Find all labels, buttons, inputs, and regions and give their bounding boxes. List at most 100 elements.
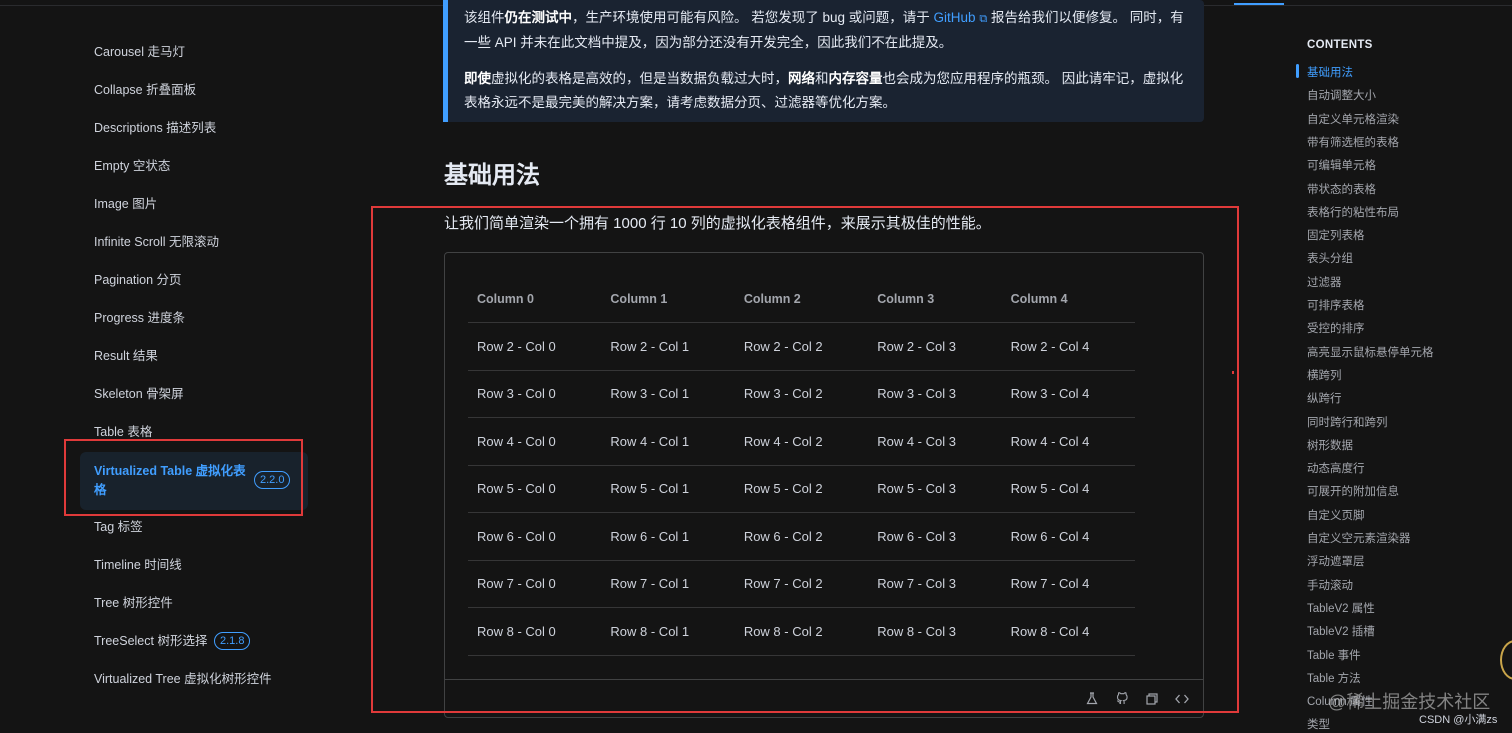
toc-item[interactable]: 类型 xyxy=(1307,716,1330,732)
toc-item[interactable]: Table 方法 xyxy=(1307,670,1361,686)
toc-item[interactable]: 可排序表格 xyxy=(1307,297,1365,313)
table-cell: Row 5 - Col 2 xyxy=(743,481,823,497)
copy-icon[interactable] xyxy=(1145,692,1159,706)
tip-text: 该组件 xyxy=(464,10,505,25)
github-icon[interactable] xyxy=(1115,692,1129,706)
table-cell: Row 2 - Col 0 xyxy=(477,338,556,354)
toc-item[interactable]: 表格行的粘性布局 xyxy=(1307,204,1399,220)
sidebar-item-treeselect[interactable]: TreeSelect 树形选择 xyxy=(94,633,207,649)
sidebar-item-empty[interactable]: Empty 空状态 xyxy=(94,158,170,174)
toc-item[interactable]: 受控的排序 xyxy=(1307,320,1365,336)
table-row: Row 3 - Col 0 Row 3 - Col 1 Row 3 - Col 2 R… xyxy=(468,371,1135,418)
section-title: 基础用法 xyxy=(444,162,540,189)
toc-item[interactable]: 表头分组 xyxy=(1307,250,1353,266)
toc-item[interactable]: Table 事件 xyxy=(1307,647,1361,663)
sidebar-item-infinite-scroll[interactable]: Infinite Scroll 无限滚动 xyxy=(94,234,219,250)
toc-item[interactable]: 自定义单元格渲染 xyxy=(1307,111,1399,127)
toc-item[interactable]: 高亮显示鼠标悬停单元格 xyxy=(1307,344,1434,360)
sidebar-item-collapse[interactable]: Collapse 折叠面板 xyxy=(94,82,196,98)
toc-title: CONTENTS xyxy=(1307,39,1373,51)
sidebar-item-image[interactable]: Image 图片 xyxy=(94,196,157,212)
table-header-cell: Column 4 xyxy=(1010,292,1068,306)
toc-item[interactable]: TableV2 属性 xyxy=(1307,600,1375,616)
sidebar-item-carousel[interactable]: Carousel 走马灯 xyxy=(94,44,185,60)
table-cell: Row 5 - Col 3 xyxy=(877,481,956,497)
table-row: Row 5 - Col 0 Row 5 - Col 1 Row 5 - Col 2 R… xyxy=(468,466,1135,513)
tip-bold: 即使 xyxy=(464,71,491,86)
table-cell: Row 3 - Col 2 xyxy=(743,386,823,402)
table-header-row: Column 0 Column 1 Column 2 Column 3 Column 4 xyxy=(468,276,1135,323)
toc-item[interactable]: 自定义空元素渲染器 xyxy=(1307,530,1411,546)
table-cell: Row 7 - Col 3 xyxy=(877,576,956,592)
sidebar-item-progress[interactable]: Progress 进度条 xyxy=(94,310,185,326)
table-cell: Row 6 - Col 4 xyxy=(1010,528,1090,544)
table-cell: Row 5 - Col 4 xyxy=(1010,481,1090,497)
toc-item[interactable]: 带有筛选框的表格 xyxy=(1307,134,1399,150)
sidebar-item-timeline[interactable]: Timeline 时间线 xyxy=(94,557,182,573)
sidebar-item-tree[interactable]: Tree 树形控件 xyxy=(94,595,173,611)
toc-item[interactable]: 过滤器 xyxy=(1307,274,1342,290)
table-cell: Row 7 - Col 4 xyxy=(1010,576,1090,592)
sidebar-item-tag[interactable]: Tag 标签 xyxy=(94,519,143,535)
tip-text: ，生产环境使用可能有风险。 若您发现了 bug 或问题，请于 xyxy=(572,10,934,25)
tip-bold: 网络 xyxy=(788,71,815,86)
sidebar-item-virtualized-tree[interactable]: Virtualized Tree 虚拟化树形控件 xyxy=(94,671,272,687)
toc-item[interactable]: 固定列表格 xyxy=(1307,227,1365,243)
toc-item[interactable]: 横跨列 xyxy=(1307,367,1342,383)
sidebar-item-result[interactable]: Result 结果 xyxy=(94,348,158,364)
table-cell: Row 4 - Col 3 xyxy=(877,433,956,449)
table-cell: Row 6 - Col 1 xyxy=(610,528,690,544)
github-link[interactable]: GitHub xyxy=(934,10,976,25)
toc-item[interactable]: 自定义页脚 xyxy=(1307,507,1365,523)
toc-item[interactable]: 同时跨行和跨列 xyxy=(1307,414,1388,430)
toc-item[interactable]: 带状态的表格 xyxy=(1307,181,1376,197)
toc-item[interactable]: 基础用法 xyxy=(1307,64,1353,80)
sidebar-item-table[interactable]: Table 表格 xyxy=(94,424,152,440)
code-icon[interactable] xyxy=(1175,692,1189,706)
warning-tip: 该组件仍在测试中，生产环境使用可能有风险。 若您发现了 bug 或问题，请于 G… xyxy=(443,0,1204,122)
toc-item[interactable]: TableV2 插槽 xyxy=(1307,623,1375,639)
table-cell: Row 5 - Col 1 xyxy=(610,481,690,497)
floating-avatar[interactable] xyxy=(1500,640,1512,680)
table-row: Row 4 - Col 0 Row 4 - Col 1 Row 4 - Col 2 R… xyxy=(468,418,1135,466)
version-badge: 2.1.8 xyxy=(214,632,251,650)
demo-toolbar xyxy=(445,679,1203,717)
table-cell: Row 8 - Col 0 xyxy=(477,623,556,639)
table-cell: Row 6 - Col 2 xyxy=(743,528,823,544)
toc-item[interactable]: 手动滚动 xyxy=(1307,577,1353,593)
sidebar-item-skeleton[interactable]: Skeleton 骨架屏 xyxy=(94,386,184,402)
table-cell: Row 3 - Col 4 xyxy=(1010,386,1090,402)
table-cell: Row 4 - Col 4 xyxy=(1010,433,1090,449)
external-link-icon: ⧉ xyxy=(979,13,988,25)
table-cell: Row 6 - Col 3 xyxy=(877,528,956,544)
table-cell: Row 3 - Col 1 xyxy=(610,386,690,402)
tip-bold: 仍在测试中 xyxy=(504,10,573,25)
flask-icon[interactable] xyxy=(1085,692,1099,706)
table-cell: Row 8 - Col 4 xyxy=(1010,623,1090,639)
table-cell: Row 4 - Col 1 xyxy=(610,433,690,449)
toc-item[interactable]: 可编辑单元格 xyxy=(1307,157,1376,173)
toc-item[interactable]: 纵跨行 xyxy=(1307,390,1342,406)
table-cell: Row 7 - Col 2 xyxy=(743,576,823,592)
toc-item[interactable]: 树形数据 xyxy=(1307,437,1353,453)
table-cell: Row 8 - Col 2 xyxy=(743,623,823,639)
table-cell: Row 2 - Col 2 xyxy=(743,338,823,354)
table-cell: Row 3 - Col 3 xyxy=(877,386,956,402)
sidebar-item-descriptions[interactable]: Descriptions 描述列表 xyxy=(94,120,216,136)
table-cell: Row 7 - Col 1 xyxy=(610,576,690,592)
tip-paragraph-1: 该组件仍在测试中，生产环境使用可能有风险。 若您发现了 bug 或问题，请于 G… xyxy=(464,6,1188,55)
toc-item[interactable]: 自动调整大小 xyxy=(1307,87,1376,103)
toc-item[interactable]: 可展开的附加信息 xyxy=(1307,483,1399,499)
top-accent-bar xyxy=(1234,3,1284,5)
toc-item[interactable]: 浮动遮罩层 xyxy=(1307,553,1365,569)
table-cell: Row 4 - Col 0 xyxy=(477,433,556,449)
table-row: Row 2 - Col 0 Row 2 - Col 1 Row 2 - Col 2 R… xyxy=(468,323,1135,371)
table-header-cell: Column 2 xyxy=(743,292,801,306)
table-cell: Row 3 - Col 0 xyxy=(477,386,556,402)
table-row: Row 7 - Col 0 Row 7 - Col 1 Row 7 - Col 2 R… xyxy=(468,561,1135,608)
sidebar-item-pagination[interactable]: Pagination 分页 xyxy=(94,272,182,288)
sidebar-nav: Carousel 走马灯 Collapse 折叠面板 Descriptions … xyxy=(0,0,320,733)
sidebar-item-virtualized-table-label[interactable]: Virtualized Table 虚拟化表格 xyxy=(94,462,254,500)
toc-active-marker xyxy=(1296,64,1299,78)
toc-item[interactable]: 动态高度行 xyxy=(1307,460,1365,476)
